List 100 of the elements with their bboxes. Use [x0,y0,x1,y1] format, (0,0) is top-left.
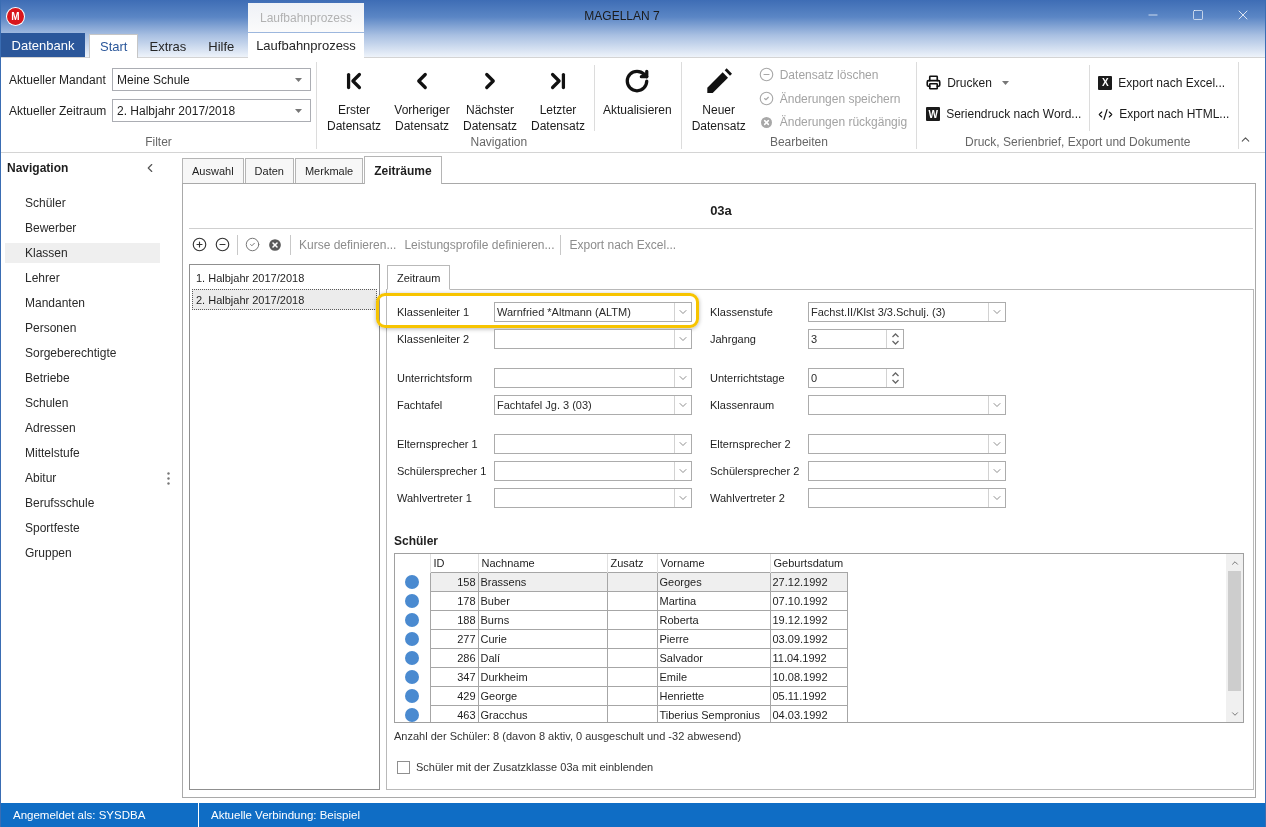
field-label: Fachtafel [397,399,444,411]
tab[interactable]: Daten [244,158,294,183]
tab[interactable]: Zeiträume [364,156,442,184]
grip-dots-icon[interactable] [166,471,170,485]
nav-item[interactable]: Abitur [5,468,160,488]
dropdown-field[interactable]: Fachst.II/Klst 3/3.Schulj. (3) [808,302,1006,322]
summary-text: Anzahl der Schüler: 8 (davon 8 aktiv, 0 ausgeschult und -32 abwesend) [394,729,743,743]
field-label: Unterrichtstage [710,372,786,384]
list-item[interactable]: 2. Halbjahr 2017/2018 [192,289,377,310]
printer-icon [926,75,942,91]
ribbon-tab[interactable]: Extras [138,34,198,58]
window-title: MAGELLAN 7 [584,9,660,23]
group-label: Druck, Serienbrief, Export und Dokumente [964,135,1192,149]
letter-tile-icon: X [1098,75,1113,90]
field-label: Aktueller Zeitraum [9,103,108,118]
group-label: Filter [144,135,173,149]
ribbon-button[interactable]: Letzter Datensatz [524,62,592,135]
file-menu-button[interactable]: Datenbank [1,33,85,57]
field-label: Wahlvertreter 2 [710,492,786,504]
dropdown-arrow-icon [295,77,302,82]
dropdown-field[interactable] [808,434,1006,454]
ribbon-tab[interactable]: Hilfe [197,34,246,58]
pencil-icon [705,68,732,94]
nav-item[interactable]: Berufsschule [5,493,160,513]
dropdown-field[interactable] [494,488,692,508]
letter-tile-icon: W [926,107,941,122]
ribbon-button[interactable]: Export nach HTML... [1094,103,1234,126]
ribbon-button[interactable]: X Export nach Excel... [1094,71,1234,94]
dropdown-field[interactable]: 2. Halbjahr 2017/2018 [112,99,311,122]
ribbon-button[interactable]: Erster Datensatz [320,62,388,135]
table-cell[interactable]: 27.12.1992 [770,572,847,591]
status-text: Angemeldet als: SYSDBA [1,803,199,827]
nav-item[interactable]: Mittelstufe [5,443,160,463]
dropdown-arrow-icon [295,108,302,113]
nav-item[interactable]: Schulen [5,393,160,413]
checkbox-label[interactable]: Schüler mit der Zusatzklasse 03a mit einblenden [416,760,654,774]
checkbox[interactable] [397,760,410,774]
minus-circle-icon [758,67,774,83]
tab[interactable]: Merkmale [294,158,364,183]
refresh-icon [624,68,651,94]
vertical-scrollbar[interactable] [1226,554,1243,722]
panel-title: Navigation [7,161,69,175]
list-item[interactable]: 1. Halbjahr 2017/2018 [192,267,377,288]
nav-item[interactable]: Sportfeste [5,518,160,538]
app-logo: M [7,7,24,25]
field-label: Elternsprecher 1 [397,438,479,450]
nav-item[interactable]: Schüler [5,193,160,213]
dropdown-field[interactable] [808,461,1006,481]
record-title: 03a [710,203,732,219]
dropdown-field[interactable] [494,368,692,388]
field-label: Klassenleiter 2 [397,333,471,345]
tab[interactable]: Auswahl [182,158,244,183]
table-cell[interactable]: Brassens [478,572,607,591]
ribbon-tab[interactable]: Start [89,34,139,58]
dropdown-field[interactable] [808,395,1006,415]
nav-item[interactable]: Adressen [5,418,160,438]
group-label: Bearbeiten [768,135,829,149]
nav-item[interactable]: Sorgeberechtigte [5,343,160,363]
nav-item[interactable]: Betriebe [5,368,160,388]
field-label: Wahlvertreter 1 [397,492,473,504]
ribbon-button[interactable]: Neuer Datensatz [684,62,753,135]
table-cell[interactable]: 158 [430,572,478,591]
field-label: Schülersprecher 2 [710,465,801,477]
ribbon-button[interactable]: Drucken [922,71,1086,94]
dropdown-field[interactable]: Meine Schule [112,68,311,91]
table-cell[interactable]: Georges [657,572,770,591]
field-label: Aktueller Mandant [9,72,107,87]
scroll-thumb[interactable] [1228,571,1241,691]
nav-item[interactable]: Gruppen [5,543,160,563]
nav-item[interactable]: Klassen [5,243,160,263]
ribbon-tab[interactable]: Laufbahnprozess [248,33,364,58]
nav-item[interactable]: Personen [5,318,160,338]
table-cell[interactable] [607,572,657,591]
spin-field[interactable]: 0 [808,368,904,388]
dropdown-field[interactable] [494,329,692,349]
ribbon-button[interactable]: Vorheriger Datensatz [388,62,456,135]
dropdown-field[interactable] [494,434,692,454]
spin-field[interactable]: 3 [808,329,904,349]
dropdown-field[interactable]: Warnfried *Altmann (ALTM) [494,302,692,322]
field-label: Jahrgang [710,333,757,345]
nav-item[interactable]: Lehrer [5,268,160,288]
ribbon-button[interactable]: Nächster Datensatz [456,62,524,135]
ribbon-button[interactable]: Aktualisieren [597,62,678,135]
field-label: Schülersprecher 1 [397,465,488,477]
field-label: Klassenleiter 1 [397,306,471,318]
nav-item[interactable]: Mandanten [5,293,160,313]
field-label: Elternsprecher 2 [710,438,792,450]
tab[interactable]: Zeitraum [387,265,451,290]
nav-item[interactable]: Bewerber [5,218,160,238]
dropdown-field[interactable]: Fachtafel Jg. 3 (03) [494,395,692,415]
dropdown-field[interactable] [494,461,692,481]
ribbon-button[interactable]: W Seriendruck nach Word... [922,103,1086,126]
status-text: Aktuelle Verbindung: Beispiel [210,808,361,823]
section-title: Schüler [394,533,439,549]
group-label: Navigation [469,135,529,149]
code-brackets-icon [1098,106,1114,122]
check-circle-icon [758,91,774,106]
context-group-label: Laufbahnprozess [248,3,364,32]
dropdown-field[interactable] [808,488,1006,508]
field-label: Unterrichtsform [397,372,474,384]
